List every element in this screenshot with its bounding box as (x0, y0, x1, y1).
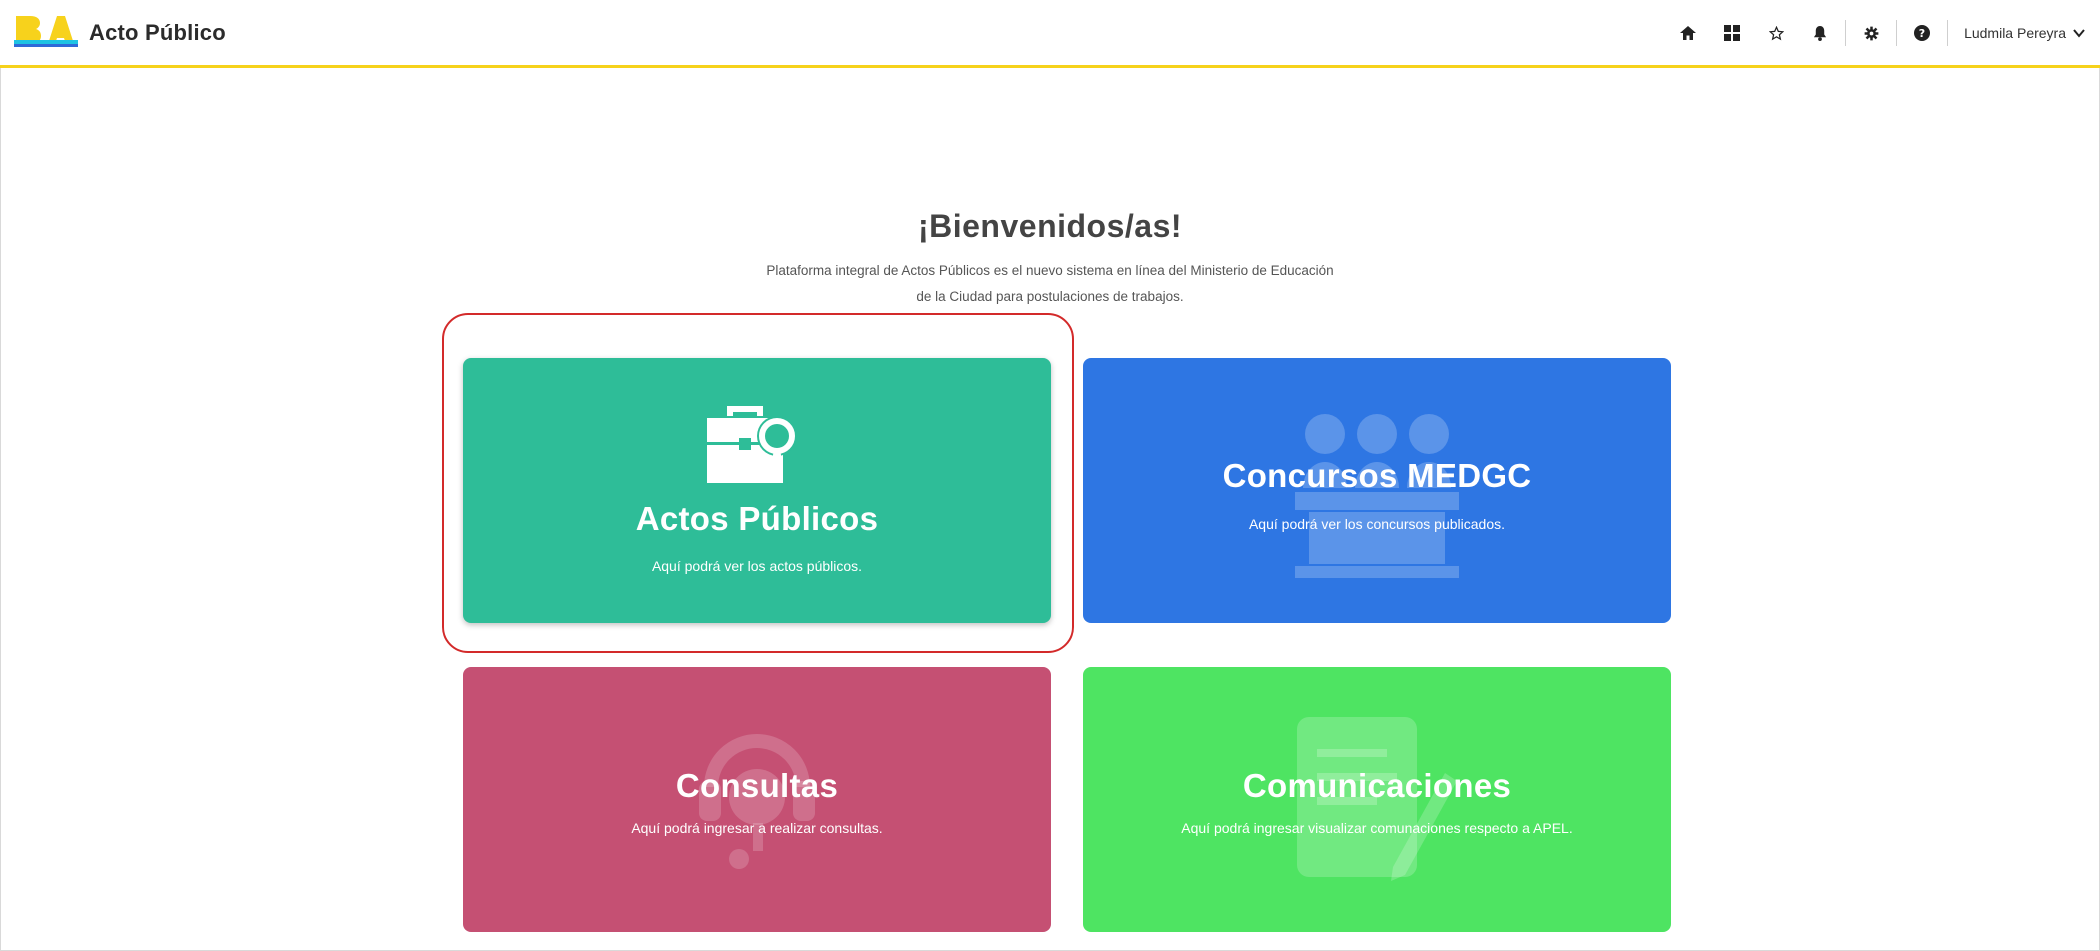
card-title: Consultas (675, 767, 839, 804)
gear-icon[interactable] (1860, 22, 1882, 44)
svg-text:?: ? (1919, 27, 1925, 40)
user-menu[interactable]: Ludmila Pereyra (1964, 25, 2086, 41)
top-header: Acto Público ? Ludmila Pereyra (0, 0, 2100, 68)
chevron-down-icon (2073, 29, 2085, 38)
bell-icon[interactable] (1809, 22, 1831, 44)
card-description: Aquí podrá ingresar a realizar consultas… (631, 820, 883, 836)
app-title[interactable]: Acto Público (89, 20, 226, 46)
card-description: Aquí podrá ver los actos públicos. (651, 558, 863, 574)
card-title: Concursos MEDGC (1222, 457, 1532, 494)
help-icon[interactable]: ? (1911, 22, 1933, 44)
selection-highlight (442, 313, 1074, 653)
card-description: Aquí podrá ingresar visualizar comunacio… (1181, 820, 1573, 836)
comunicaciones-card[interactable]: Comunicaciones Aquí podrá ingresar visua… (1083, 667, 1671, 932)
page-title: ¡Bienvenidos/as! (917, 208, 1183, 244)
ba-logo[interactable] (14, 14, 78, 48)
nav-divider (1845, 20, 1847, 46)
intro-line: Plataforma integral de Actos Públicos es… (766, 263, 1334, 278)
grid-icon[interactable] (1721, 22, 1743, 44)
document-pen-icon (1297, 717, 1457, 881)
user-name: Ludmila Pereyra (1964, 25, 2066, 41)
consultas-card[interactable]: Consultas Aquí podrá ingresar a realizar… (463, 667, 1051, 932)
intro-line: de la Ciudad para postulaciones de traba… (916, 289, 1184, 304)
card-title: Comunicaciones (1242, 767, 1512, 804)
nav-divider (1896, 20, 1898, 46)
concursos-medgc-card[interactable]: Concursos MEDGC Aquí podrá ver los concu… (1083, 358, 1671, 623)
intro-text: Plataforma integral de Actos Públicos es… (700, 258, 1400, 310)
star-icon[interactable] (1765, 22, 1787, 44)
card-description: Aquí podrá ver los concursos publicados. (1248, 516, 1506, 532)
card-title: Actos Públicos (635, 500, 879, 537)
nav-divider (1947, 20, 1949, 46)
header-nav: ? Ludmila Pereyra (1655, 18, 2086, 48)
home-icon[interactable] (1677, 22, 1699, 44)
